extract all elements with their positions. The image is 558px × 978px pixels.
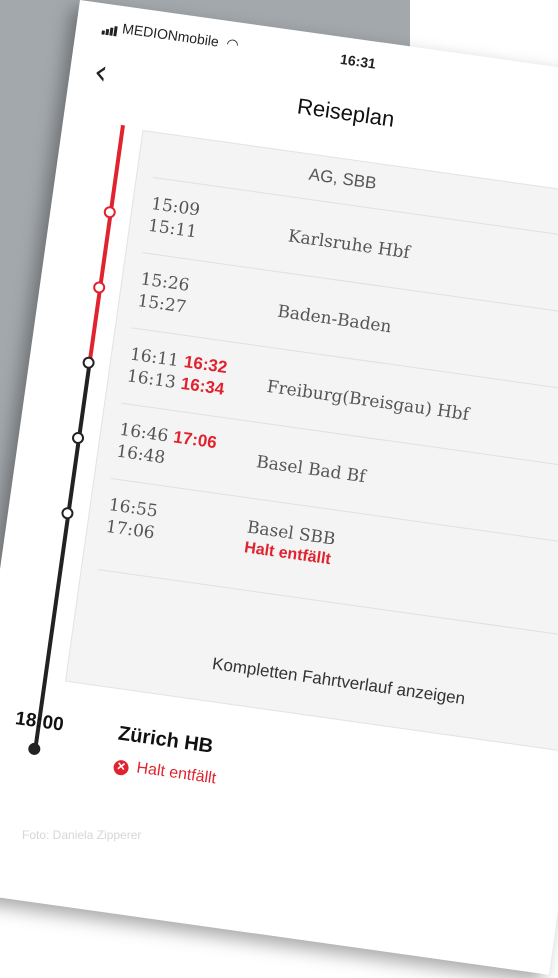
chevron-left-icon: ‹ — [91, 51, 111, 94]
stop-times: 16:55 17:06 — [104, 495, 159, 544]
stop-row[interactable]: 15:09 15:11 Karlsruhe Hbf — [135, 191, 558, 266]
stop-name: AG, SBB — [307, 164, 378, 193]
stop-row[interactable]: 15:26 15:27 Baden-Baden — [124, 266, 558, 341]
stop-times: 15:09 15:11 — [146, 194, 202, 243]
stop-dot — [81, 355, 96, 370]
carrier-label: MEDIONmobile ◠ — [101, 17, 240, 53]
page-title: Reiseplan — [295, 93, 397, 132]
final-stop-dot — [27, 742, 42, 756]
stop-dot — [92, 280, 106, 295]
stop-name: Karlsruhe Hbf — [286, 226, 411, 264]
full-route-button[interactable]: Kompletten Fahrtverlauf anzeigen — [70, 634, 558, 729]
wifi-icon: ◠ — [225, 34, 240, 53]
final-stop-cancelled: ✕ Halt entfällt — [112, 756, 218, 788]
final-stop-time: 18:00 — [13, 708, 65, 736]
photo-credit: Foto: Daniela Zipperer — [22, 828, 142, 842]
final-stop-name: Zürich HB — [116, 722, 215, 758]
stop-name: Baden-Baden — [276, 301, 393, 338]
divider — [97, 569, 558, 643]
stop-times: 16:46 17:06 16:48 — [115, 419, 218, 469]
stop-times: 15:26 15:27 — [136, 269, 191, 318]
status-time: 16:31 — [339, 50, 377, 72]
stop-times: 16:11 16:32 16:13 16:34 — [125, 344, 229, 399]
back-button[interactable]: ‹ — [91, 51, 111, 94]
stop-name: Freiburg(Breisgau) Hbf — [265, 376, 471, 426]
stop-name: Basel Bad Bf — [255, 452, 367, 488]
stop-dot — [102, 205, 117, 219]
stop-dot — [60, 506, 75, 521]
stops-card: AG, SBB 15:09 15:11 Karlsruhe Hbf 15:26 15… — [65, 129, 558, 757]
x-circle-icon: ✕ — [112, 759, 130, 777]
stop-dot — [71, 431, 85, 445]
final-stop-note: Halt entfällt — [135, 759, 218, 788]
carrier-name: MEDIONmobile — [121, 20, 220, 50]
signal-icon — [101, 18, 119, 37]
stop-row[interactable]: 16:55 17:06 Basel SBB Halt entfällt — [93, 492, 558, 568]
